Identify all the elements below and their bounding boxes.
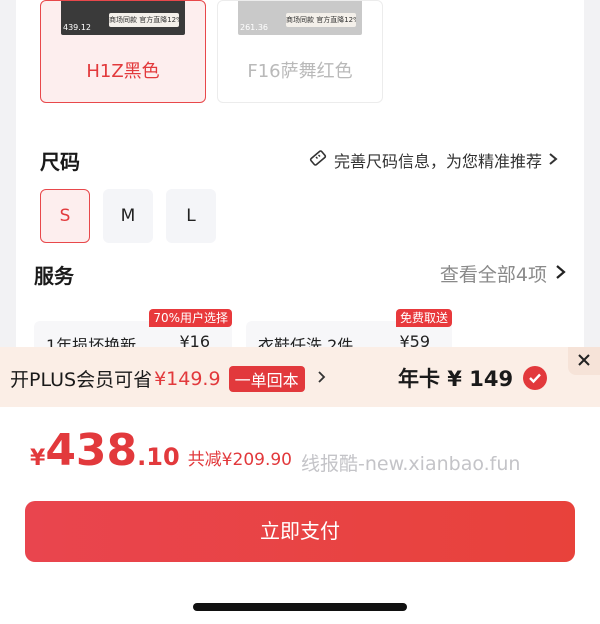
size-option-l[interactable]: L <box>166 189 216 243</box>
size-option-m[interactable]: M <box>103 189 153 243</box>
size-hint-text: 完善尺码信息，为您精准推荐 <box>333 152 542 171</box>
product-thumbnail: 439.12 商场同款 官方直降12% <box>61 1 185 35</box>
service-tag: 70%用户选择 <box>149 309 232 327</box>
color-option[interactable]: 261.36 商场同款 官方直降12% F16萨舞红色 <box>217 0 383 103</box>
price-currency: ¥ <box>30 446 46 471</box>
color-name: H1Z黑色 <box>86 61 160 82</box>
pay-now-button[interactable]: 立即支付 <box>25 501 575 562</box>
size-section-title: 尺码 <box>40 150 80 174</box>
product-thumbnail: 261.36 商场同款 官方直降12% <box>238 1 362 35</box>
chevron-right-icon <box>555 263 566 285</box>
price-decimal: .10 <box>137 443 180 471</box>
plus-pill: 一单回本 <box>228 365 305 392</box>
checkout-bar: ¥ 438 .10 共减¥209.90 线报酷-new.xianbao.fun … <box>0 407 600 624</box>
color-option-selected[interactable]: 439.12 商场同款 官方直降12% H1Z黑色 <box>40 0 206 103</box>
service-tag: 免费取送 <box>395 309 452 327</box>
color-name: F16萨舞红色 <box>247 61 353 82</box>
service-view-all-link[interactable]: 查看全部4项 <box>440 260 566 287</box>
annual-card-option[interactable]: 年卡 ¥ 149 <box>398 363 548 393</box>
annual-card-label: 年卡 ¥ 149 <box>398 367 514 391</box>
savings-text: 共减¥209.90 <box>187 450 292 470</box>
plus-savings-info: 开PLUS会员可省 ¥149.9 一单回本 <box>10 365 326 392</box>
home-indicator <box>193 603 407 611</box>
ruler-icon <box>308 148 328 172</box>
thumb-badge: 商场同款 官方直降12% <box>109 13 179 27</box>
service-section-title: 服务 <box>34 264 74 288</box>
plus-prefix: 开PLUS会员可省 <box>10 369 153 391</box>
view-all-text: 查看全部4项 <box>439 264 547 286</box>
thumb-price: 261.36 <box>240 23 268 32</box>
total-price: ¥ 438 .10 共减¥209.90 <box>30 425 292 476</box>
close-banner-button[interactable] <box>568 347 600 375</box>
chevron-right-icon <box>317 368 326 389</box>
plus-saving-amount: ¥149.9 <box>154 367 221 390</box>
watermark: 线报酷-new.xianbao.fun <box>301 453 521 475</box>
size-hint-link[interactable]: 完善尺码信息，为您精准推荐 <box>308 148 558 172</box>
chevron-right-icon <box>548 151 558 170</box>
plus-membership-banner[interactable]: 开PLUS会员可省 ¥149.9 一单回本 年卡 ¥ 149 <box>0 347 600 407</box>
size-option-s[interactable]: S <box>40 189 90 243</box>
price-integer: 438 <box>45 425 138 476</box>
close-icon <box>577 352 591 371</box>
thumb-badge: 商场同款 官方直降12% <box>286 13 356 27</box>
thumb-price: 439.12 <box>63 23 91 32</box>
check-icon[interactable] <box>523 366 548 390</box>
